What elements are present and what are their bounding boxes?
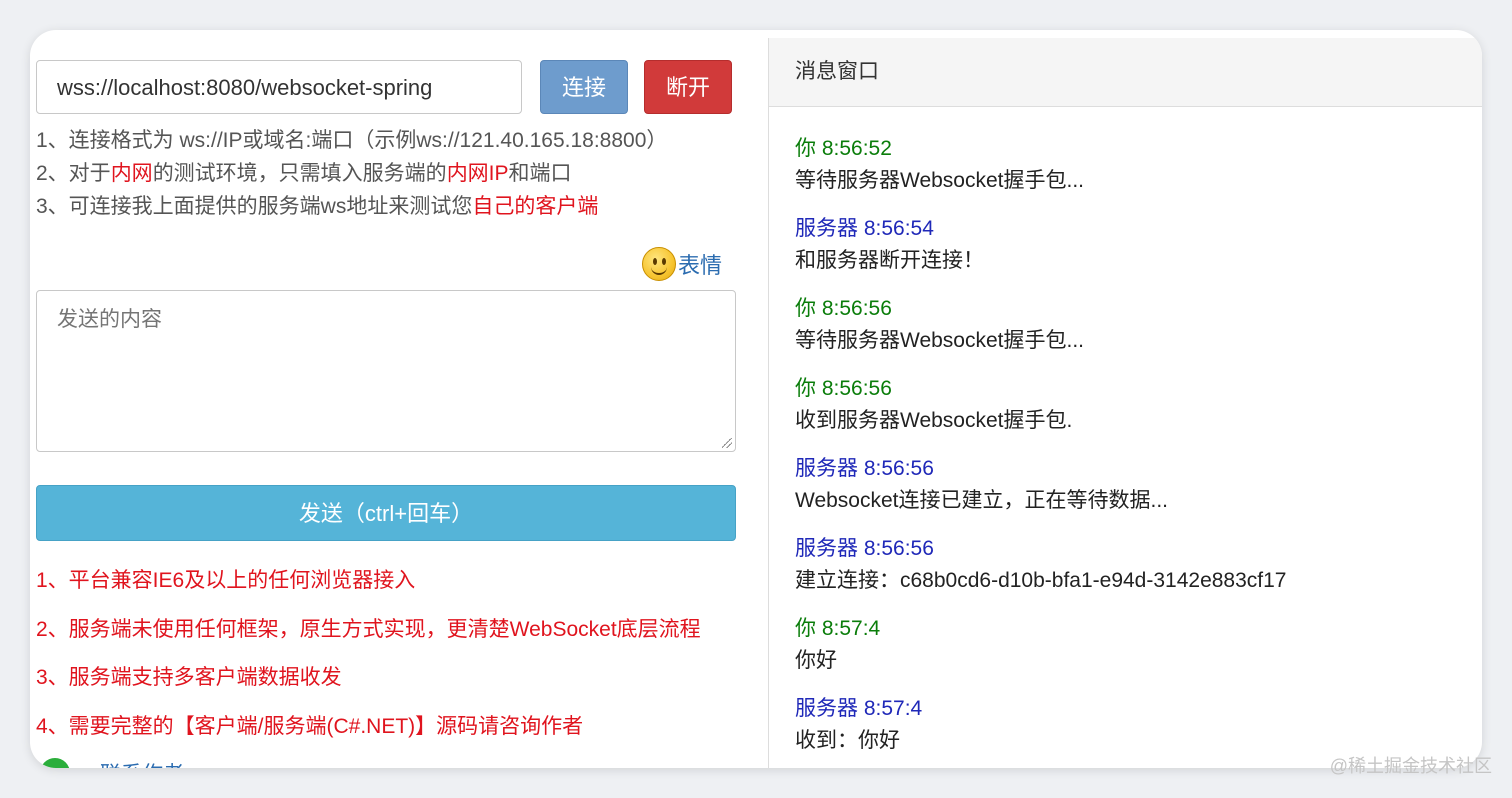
websocket-client-window: wss://localhost:8080/websocket-spring 连接… [30, 30, 1482, 768]
message-time: 8:56:54 [863, 217, 934, 240]
message-time: 8:57:4 [821, 617, 881, 640]
tip-line: 1、连接格式为 ws://IP或域名:端口（示例ws://121.40.165.… [36, 124, 667, 157]
sender-name: 服务器 [795, 457, 858, 480]
resize-grip[interactable] [722, 438, 732, 448]
message-window-title: 消息窗口 [769, 38, 1482, 107]
message-sender: 你 8:56:56 [795, 293, 1482, 325]
message-sender: 你 8:57:4 [795, 613, 1482, 645]
message-time: 8:56:52 [821, 137, 892, 160]
tip-highlight: 自己的客户端 [472, 195, 599, 218]
message-time: 8:56:56 [863, 537, 934, 560]
message-text: 等待服务器Websocket握手包... [795, 169, 1084, 192]
websocket-url-input[interactable]: wss://localhost:8080/websocket-spring [36, 60, 522, 114]
message-item: 服务器 8:56:56 建立连接：c68b0cd6-d10b-bfa1-e94d-… [795, 533, 1482, 597]
sender-name: 你 [795, 137, 816, 160]
watermark: @稀土掘金技术社区 [1329, 756, 1492, 776]
message-text: 收到服务器Websocket握手包. [795, 409, 1073, 432]
sender-name: 你 [795, 297, 816, 320]
emoji-button[interactable]: 表情 [642, 246, 722, 282]
control-panel: wss://localhost:8080/websocket-spring 连接… [30, 30, 770, 768]
tip-text: 3、可连接我上面提供的服务端ws地址来测试您 [36, 195, 473, 218]
tip-highlight: 内网IP [446, 162, 509, 185]
tip-text: 1、连接格式为 ws://IP或域名:端口（示例ws://121.40.165.… [36, 129, 668, 152]
sender-name: 服务器 [795, 537, 858, 560]
message-text: 建立连接：c68b0cd6-d10b-bfa1-e94d-3142e883cf1… [795, 569, 1287, 592]
tip-line: 2、对于内网的测试环境，只需填入服务端的内网IP和端口 [36, 157, 667, 190]
message-sender: 你 8:56:52 [795, 133, 1482, 165]
message-text: 你好 [795, 649, 837, 672]
message-item: 服务器 8:56:54 和服务器断开连接！ [795, 213, 1482, 277]
tip-line: 3、可连接我上面提供的服务端ws地址来测试您自己的客户端 [36, 190, 667, 223]
tip-highlight: 内网 [110, 162, 153, 185]
feature-item: 3、服务端支持多客户端数据收发 [36, 666, 342, 689]
message-sender: 服务器 8:56:56 [795, 533, 1482, 565]
tip-text: 和端口 [508, 162, 572, 185]
message-text: 等待服务器Websocket握手包... [795, 329, 1084, 352]
contact-author-link[interactable]: 联系作者 [40, 758, 184, 768]
message-sender: 服务器 8:57:4 [795, 693, 1482, 725]
smiley-icon [642, 247, 676, 281]
feature-item: 4、需要完整的【客户端/服务端(C#.NET)】源码请咨询作者 [36, 714, 584, 738]
message-time: 8:56:56 [821, 377, 892, 400]
message-time: 8:57:4 [863, 697, 923, 720]
message-sender: 服务器 8:56:54 [795, 213, 1482, 245]
message-sender: 你 8:56:56 [795, 373, 1482, 405]
message-item: 你 8:56:56 等待服务器Websocket握手包... [795, 293, 1482, 357]
message-time: 8:56:56 [821, 297, 892, 320]
contact-label: 联系作者 [100, 758, 184, 768]
emoji-label: 表情 [678, 253, 723, 278]
tip-text: 的测试环境，只需填入服务端的 [152, 162, 447, 185]
message-sender: 服务器 8:56:56 [795, 453, 1482, 485]
message-list[interactable]: 你 8:56:52 等待服务器Websocket握手包... 服务器 8:56:54… [769, 107, 1482, 757]
message-item: 服务器 8:56:56 Websocket连接已建立，正在等待数据... [795, 453, 1482, 517]
message-item: 你 8:56:56 收到服务器Websocket握手包. [795, 373, 1482, 437]
feature-item: 2、服务端未使用任何框架，原生方式实现，更清楚WebSocket底层流程 [36, 617, 701, 641]
connect-button[interactable]: 连接 [540, 60, 628, 114]
message-text: 和服务器断开连接！ [795, 249, 984, 272]
send-button[interactable]: 发送（ctrl+回车） [36, 485, 736, 541]
sender-name: 服务器 [795, 217, 858, 240]
message-time: 8:56:56 [863, 457, 934, 480]
tip-text: 2、对于 [36, 162, 111, 185]
sender-name: 你 [795, 377, 816, 400]
feature-list: 1、平台兼容IE6及以上的任何浏览器接入 2、服务端未使用任何框架，原生方式实现… [36, 562, 701, 756]
message-item: 你 8:57:4 你好 [795, 613, 1482, 677]
wechat-icon [40, 758, 70, 768]
disconnect-button[interactable]: 断开 [644, 60, 732, 114]
sender-name: 你 [795, 617, 816, 640]
message-text: Websocket连接已建立，正在等待数据... [795, 489, 1168, 512]
connection-tips: 1、连接格式为 ws://IP或域名:端口（示例ws://121.40.165.… [36, 124, 667, 223]
feature-item: 1、平台兼容IE6及以上的任何浏览器接入 [36, 569, 416, 592]
sender-name: 服务器 [795, 697, 858, 720]
message-item: 你 8:56:52 等待服务器Websocket握手包... [795, 133, 1482, 197]
message-window: 消息窗口 你 8:56:52 等待服务器Websocket握手包... 服务器 8:… [768, 38, 1482, 768]
message-textarea[interactable] [36, 290, 736, 452]
message-item: 服务器 8:57:4 收到：你好 [795, 693, 1482, 757]
